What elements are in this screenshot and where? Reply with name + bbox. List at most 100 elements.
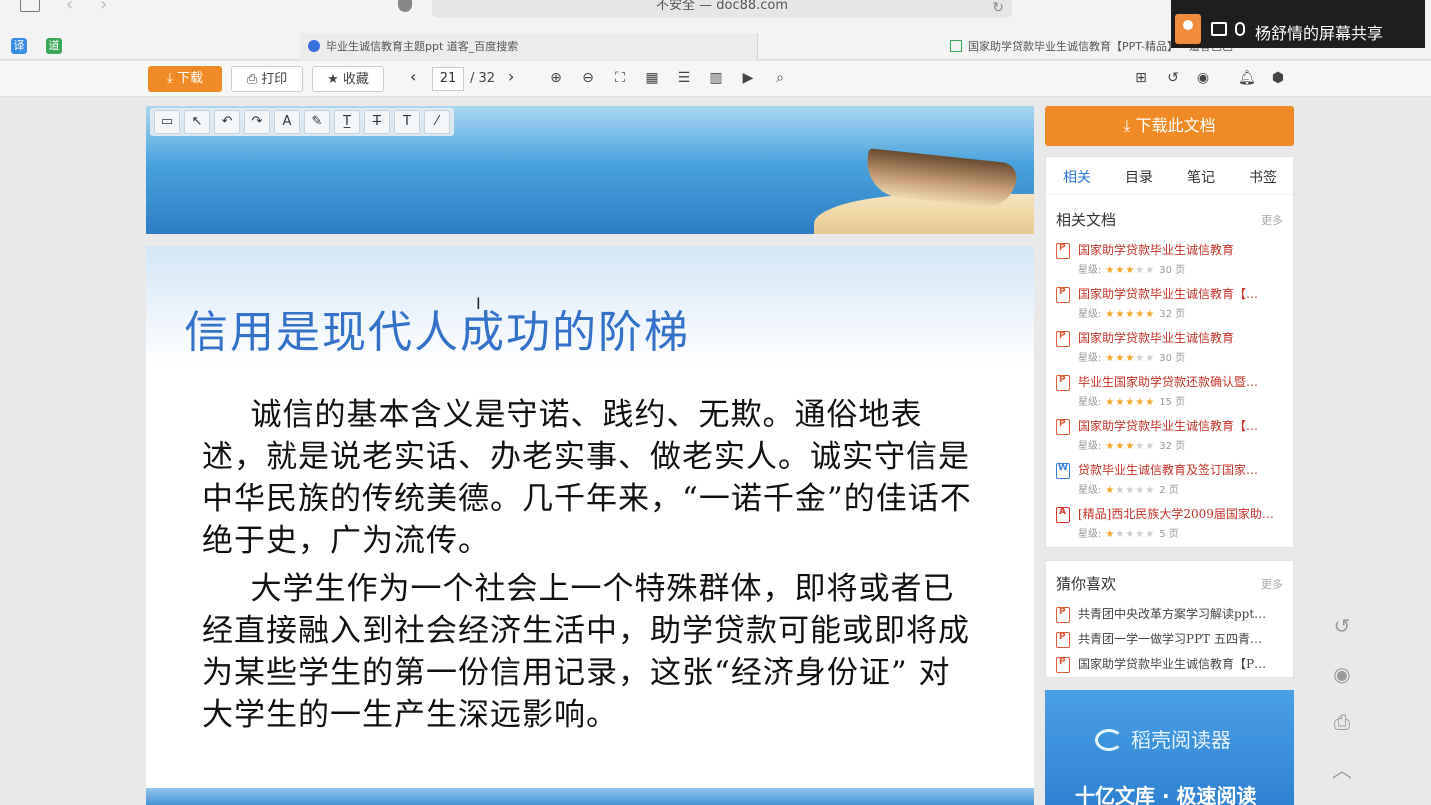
page-number-input[interactable]: 21 <box>432 67 464 91</box>
page-count: 2 页 <box>1159 485 1179 496</box>
rating-label: 星级: <box>1078 353 1102 364</box>
strikethrough-icon[interactable]: T̶ <box>364 110 390 134</box>
guess-doc-item[interactable]: 共青团中央改革方案学习解读ppt… <box>1056 605 1284 625</box>
related-doc-item[interactable]: 国家助学贷款毕业生诚信教育星级:★★★★★30 页 <box>1056 329 1284 369</box>
star-icon: ★ <box>1125 309 1136 320</box>
share-icon[interactable]: ↺ <box>1165 70 1181 86</box>
page-count: 32 页 <box>1159 441 1186 452</box>
prev-page-button[interactable]: ‹ <box>410 67 416 86</box>
reload-icon[interactable]: ↻ <box>992 0 1004 22</box>
reader-ad-banner[interactable]: 稻壳阅读器 十亿文库 · 极速阅读 <box>1045 690 1294 805</box>
star-icon: ★ <box>1115 485 1126 496</box>
undo-icon[interactable]: ↶ <box>214 110 240 134</box>
forward-icon[interactable]: › <box>100 0 107 15</box>
download-icon: ⤓ <box>1123 116 1131 135</box>
fullscreen-icon[interactable]: ⛶ <box>612 70 628 86</box>
favorite-button[interactable]: ★ 收藏 <box>312 66 384 92</box>
book-view-icon[interactable]: ▥ <box>708 70 724 86</box>
brush-icon[interactable]: ⁄ <box>424 110 450 134</box>
sidebar-toggle-icon[interactable] <box>20 0 40 12</box>
star-icon: ★ <box>1125 265 1136 276</box>
wechat-float-icon[interactable]: ◉ <box>1330 662 1354 686</box>
reader-logo-icon <box>1095 729 1123 751</box>
settings-shield-icon[interactable]: ⬢ <box>1270 70 1286 86</box>
address-bar[interactable]: 不安全 — doc88.com ↻ <box>432 0 1012 18</box>
related-doc-item[interactable]: 贷款毕业生诚信教育及签订国家…星级:★★★★★2 页 <box>1056 461 1284 501</box>
star-icon: ★ <box>1105 353 1116 364</box>
microphone-icon[interactable] <box>1235 22 1245 36</box>
print-button[interactable]: ⎙ 打印 <box>231 66 303 92</box>
pdf-file-icon <box>1056 507 1070 523</box>
tab-bookmarks[interactable]: 书签 <box>1249 167 1277 187</box>
download-document-button[interactable]: ⤓ 下载此文档 <box>1045 106 1294 146</box>
search-icon[interactable]: ⌕ <box>772 70 788 86</box>
related-doc-title[interactable]: 国家助学贷款毕业生诚信教育【… <box>1078 285 1284 302</box>
star-icon: ★ <box>1145 397 1156 408</box>
related-doc-title[interactable]: 国家助学贷款毕业生诚信教育 <box>1078 329 1284 346</box>
ppt-file-icon <box>1056 375 1070 391</box>
add-document-icon[interactable]: ⊞ <box>1133 70 1149 86</box>
related-more-link[interactable]: 更多 <box>1261 212 1283 228</box>
guess-doc-title[interactable]: 国家助学贷款毕业生诚信教育【P… <box>1078 655 1284 672</box>
page-count: 30 页 <box>1159 265 1186 276</box>
related-doc-item[interactable]: 国家助学贷款毕业生诚信教育【…星级:★★★★★32 页 <box>1056 417 1284 457</box>
tab-notes[interactable]: 笔记 <box>1187 167 1215 187</box>
star-rating: ★★★★★ <box>1105 485 1155 496</box>
back-to-top-icon[interactable]: ︿ <box>1330 758 1354 782</box>
back-icon[interactable]: ‹ <box>66 0 73 15</box>
text-icon[interactable]: A <box>274 110 300 134</box>
related-doc-item[interactable]: 国家助学贷款毕业生诚信教育星级:★★★★★30 页 <box>1056 241 1284 281</box>
related-doc-item[interactable]: 毕业生国家助学贷款还款确认暨…星级:★★★★★15 页 <box>1056 373 1284 413</box>
guess-doc-item[interactable]: 国家助学贷款毕业生诚信教育【P… <box>1056 655 1284 675</box>
save-icon[interactable]: ▭ <box>154 110 180 134</box>
doc-extension-icon[interactable]: 道 <box>46 38 62 54</box>
tab-toc[interactable]: 目录 <box>1125 167 1153 187</box>
underline-icon[interactable]: T̲ <box>334 110 360 134</box>
guess-doc-item[interactable]: 共青团一学一做学习PPT 五四青… <box>1056 630 1284 650</box>
document-toolbar: ⤓ 下载 ⎙ 打印 ★ 收藏 ‹ 21 / 32 › ⊕ ⊖ ⛶ ▦ ☰ ▥ ▶… <box>0 61 1431 97</box>
print-label: 打印 <box>261 72 288 87</box>
redo-icon[interactable]: ↷ <box>244 110 270 134</box>
printer-icon: ⎙ <box>246 72 258 87</box>
related-doc-item[interactable]: 国家助学贷款毕业生诚信教育【…星级:★★★★★32 页 <box>1056 285 1284 325</box>
privacy-shield-icon[interactable] <box>398 0 412 12</box>
tab-baidu-search[interactable]: 毕业生诚信教育主题ppt 道客_百度搜索 <box>300 33 758 60</box>
guess-doc-title[interactable]: 共青团一学一做学习PPT 五四青… <box>1078 630 1284 647</box>
annotation-toolbar: ▭ ↖ ↶ ↷ A ✎ T̲ T̶ T ⁄ <box>150 108 454 136</box>
favorite-label: 收藏 <box>342 72 369 87</box>
star-rating: ★★★★★ <box>1105 529 1155 540</box>
pointer-icon[interactable]: ↖ <box>184 110 210 134</box>
list-view-icon[interactable]: ☰ <box>676 70 692 86</box>
share-float-icon[interactable]: ↺ <box>1330 614 1354 638</box>
translate-extension-icon[interactable]: 译 <box>11 38 27 54</box>
related-doc-title[interactable]: 贷款毕业生诚信教育及签订国家… <box>1078 461 1284 478</box>
zoom-out-icon[interactable]: ⊖ <box>580 70 596 86</box>
highlight-text-icon[interactable]: T <box>394 110 420 134</box>
wechat-icon[interactable]: ◉ <box>1195 70 1211 86</box>
related-doc-title[interactable]: 国家助学贷款毕业生诚信教育 <box>1078 241 1284 258</box>
screen-share-label: 杨舒情的屏幕共享 <box>1255 24 1384 43</box>
guess-more-link[interactable]: 更多 <box>1261 576 1283 592</box>
star-icon: ★ <box>1125 397 1136 408</box>
user-avatar-icon <box>1175 14 1201 44</box>
star-icon: ★ <box>1135 353 1146 364</box>
tab-related[interactable]: 相关 <box>1063 167 1091 187</box>
star-icon: ★ <box>1145 265 1156 276</box>
zoom-in-icon[interactable]: ⊕ <box>548 70 564 86</box>
notification-bell-icon[interactable]: 🔔︎ <box>1238 70 1256 86</box>
star-icon: ★ <box>1125 353 1136 364</box>
related-doc-item[interactable]: [精品]西北民族大学2009届国家助…星级:★★★★★5 页 <box>1056 505 1284 545</box>
print-float-icon[interactable]: ⎙ <box>1330 710 1354 734</box>
grid-view-icon[interactable]: ▦ <box>644 70 660 86</box>
guess-doc-title[interactable]: 共青团中央改革方案学习解读ppt… <box>1078 605 1284 622</box>
rating-label: 星级: <box>1078 309 1102 320</box>
screen-share-icon[interactable] <box>1211 22 1227 36</box>
related-doc-title[interactable]: 毕业生国家助学贷款还款确认暨… <box>1078 373 1284 390</box>
download-button[interactable]: ⤓ 下载 <box>148 66 222 92</box>
next-page-button[interactable]: › <box>508 67 514 86</box>
baidu-paw-icon <box>308 40 320 52</box>
related-doc-title[interactable]: 国家助学贷款毕业生诚信教育【… <box>1078 417 1284 434</box>
slideshow-icon[interactable]: ▶ <box>740 70 756 86</box>
pen-icon[interactable]: ✎ <box>304 110 330 134</box>
related-doc-title[interactable]: [精品]西北民族大学2009届国家助… <box>1078 505 1284 522</box>
